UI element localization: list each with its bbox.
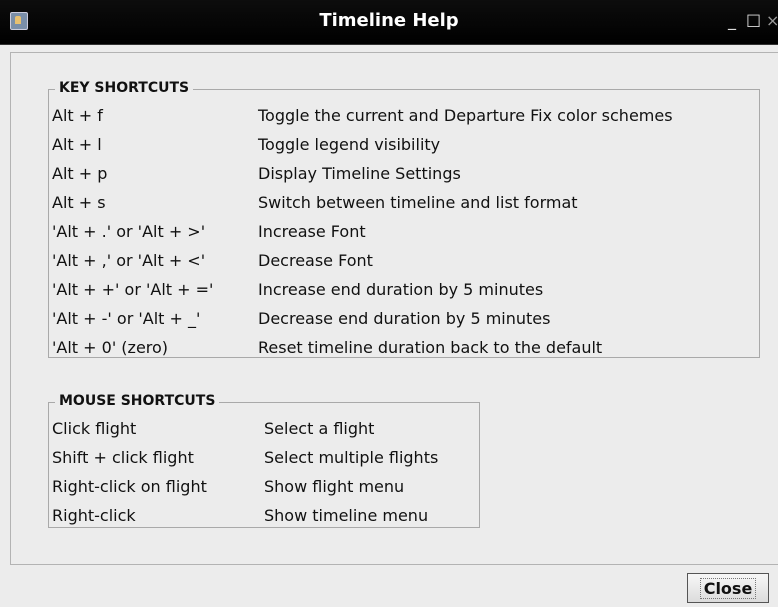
shortcut-key: Alt + l [52, 135, 102, 154]
mouse-action-description: Show flight menu [264, 477, 405, 496]
shortcut-description: Display Timeline Settings [258, 164, 461, 183]
title-bar: Timeline Help _ □ × [0, 0, 778, 45]
mouse-action: Shift + click flight [52, 448, 194, 467]
mouse-action-description: Select a flight [264, 419, 375, 438]
shortcut-key: 'Alt + ,' or 'Alt + <' [52, 251, 206, 270]
close-button[interactable]: Close [687, 573, 769, 603]
shortcut-row: Alt + l Toggle legend visibility [52, 130, 759, 159]
shortcut-description: Decrease end duration by 5 minutes [258, 309, 551, 328]
mouse-shortcut-row: Right-click Show timeline menu [52, 501, 479, 530]
shortcut-key: Alt + f [52, 106, 103, 125]
shortcut-row: 'Alt + 0' (zero) Reset timeline duration … [52, 333, 759, 362]
shortcut-key: 'Alt + +' or 'Alt + =' [52, 280, 214, 299]
shortcut-description: Toggle the current and Departure Fix col… [258, 106, 673, 125]
shortcut-key: 'Alt + 0' (zero) [52, 338, 169, 357]
shortcut-row: 'Alt + .' or 'Alt + >' Increase Font [52, 217, 759, 246]
shortcut-row: 'Alt + -' or 'Alt + _' Decrease end durat… [52, 304, 759, 333]
mouse-shortcuts-group: MOUSE SHORTCUTS Click flight Select a fli… [48, 392, 480, 530]
mouse-shortcut-row: Right-click on flight Show flight menu [52, 472, 479, 501]
mouse-action-description: Show timeline menu [264, 506, 429, 525]
mouse-action: Right-click on flight [52, 477, 207, 496]
shortcut-key: 'Alt + -' or 'Alt + _' [52, 309, 201, 328]
window-title: Timeline Help [319, 10, 459, 31]
shortcut-description: Switch between timeline and list format [258, 193, 578, 212]
shortcut-description: Decrease Font [258, 251, 373, 270]
shortcut-row: Alt + s Switch between timeline and list … [52, 188, 759, 217]
shortcut-row: Alt + p Display Timeline Settings [52, 159, 759, 188]
shortcut-row: Alt + f Toggle the current and Departure … [52, 101, 759, 130]
minimize-icon[interactable]: _ [728, 12, 736, 30]
close-button-label: Close [699, 577, 757, 599]
shortcut-description: Increase Font [258, 222, 366, 241]
key-shortcuts-group: KEY SHORTCUTS Alt + f Toggle the current … [48, 79, 760, 358]
shortcut-key: Alt + p [52, 164, 108, 183]
maximize-icon[interactable]: □ [746, 11, 761, 29]
timeline-help-window: Timeline Help _ □ × KEY SHORTCUTS Alt + … [0, 0, 778, 607]
shortcut-description: Increase end duration by 5 minutes [258, 280, 544, 299]
shortcut-description: Toggle legend visibility [258, 135, 441, 154]
mouse-shortcut-row: Shift + click flight Select multiple flig… [52, 443, 479, 472]
mouse-shortcuts-title: MOUSE SHORTCUTS [55, 392, 220, 410]
mouse-action: Click flight [52, 419, 137, 438]
shortcut-key: 'Alt + .' or 'Alt + >' [52, 222, 206, 241]
shortcut-row: 'Alt + +' or 'Alt + =' Increase end durat… [52, 275, 759, 304]
shortcut-row: 'Alt + ,' or 'Alt + <' Decrease Font [52, 246, 759, 275]
shortcut-key: Alt + s [52, 193, 106, 212]
mouse-action-description: Select multiple flights [264, 448, 439, 467]
close-icon[interactable]: × [766, 12, 778, 30]
mouse-action: Right-click [52, 506, 136, 525]
mouse-shortcut-row: Click flight Select a flight [52, 414, 479, 443]
help-content-panel: KEY SHORTCUTS Alt + f Toggle the current … [10, 52, 778, 565]
key-shortcuts-title: KEY SHORTCUTS [55, 79, 194, 97]
shortcut-description: Reset timeline duration back to the defa… [258, 338, 603, 357]
